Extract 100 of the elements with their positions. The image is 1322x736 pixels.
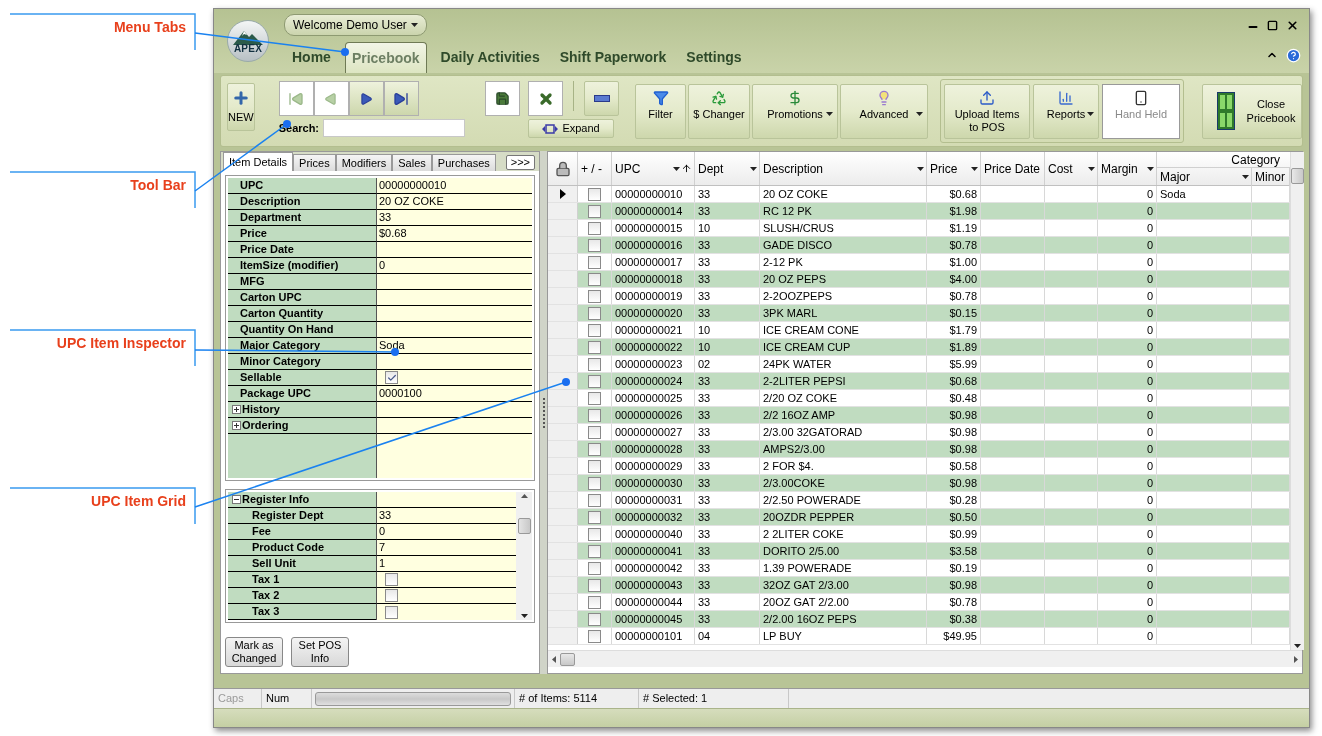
- grid-row[interactable]: 00000000022 10 ICE CREAM CUP $1.89 0: [578, 339, 1290, 355]
- row-header[interactable]: [548, 186, 578, 202]
- navigation-button[interactable]: [383, 81, 419, 116]
- scroll-left-icon[interactable]: [552, 655, 556, 663]
- checkbox[interactable]: [588, 595, 601, 609]
- checkbox[interactable]: [588, 425, 601, 439]
- toolbar-button[interactable]: Upload Items to POS: [944, 83, 1031, 139]
- group-header[interactable]: Ordering: [228, 418, 376, 434]
- grid-row[interactable]: 00000000030 33 2/3.00COKE $0.98 0: [578, 475, 1290, 491]
- delete-button[interactable]: [528, 81, 564, 116]
- column-header[interactable]: Margin: [1098, 152, 1157, 185]
- property-value[interactable]: 00000000010: [376, 178, 532, 194]
- property-value[interactable]: [376, 588, 516, 604]
- checkbox[interactable]: [385, 573, 398, 586]
- vertical-scrollbar[interactable]: [1290, 152, 1304, 650]
- grid-row[interactable]: 00000000014 33 RC 12 PK $1.98 0: [578, 203, 1290, 219]
- checkbox[interactable]: [385, 371, 398, 384]
- close-icon[interactable]: [1286, 18, 1299, 32]
- checkbox[interactable]: [588, 187, 601, 201]
- grid-row[interactable]: 00000000026 33 2/2 16OZ AMP $0.98 0: [578, 407, 1290, 423]
- inspector-tab[interactable]: Modifiers: [335, 154, 393, 171]
- checkbox[interactable]: [588, 527, 601, 541]
- property-value[interactable]: [376, 306, 532, 322]
- scroll-thumb[interactable]: [517, 518, 531, 534]
- grid-row[interactable]: 00000000045 33 2/2.00 16OZ PEPS $0.38 0: [578, 611, 1290, 627]
- checkbox[interactable]: [588, 493, 601, 507]
- navigation-button[interactable]: [348, 81, 384, 116]
- column-header[interactable]: Price Date: [981, 152, 1045, 185]
- checkbox[interactable]: [588, 255, 601, 269]
- splitter-handle[interactable]: [540, 151, 547, 674]
- column-header[interactable]: UPC: [612, 152, 695, 185]
- column-header[interactable]: Price: [927, 152, 981, 185]
- checkbox[interactable]: [588, 629, 601, 643]
- app-logo[interactable]: APEX: [227, 20, 269, 62]
- scroll-thumb[interactable]: [560, 652, 575, 666]
- action-button[interactable]: Mark as Changed: [225, 637, 283, 667]
- vertical-scrollbar[interactable]: [516, 492, 532, 620]
- group-header[interactable]: History: [228, 402, 376, 418]
- inspector-tab[interactable]: Prices: [293, 154, 336, 171]
- inspector-tab[interactable]: Purchases: [431, 154, 496, 171]
- checkbox[interactable]: [588, 238, 601, 252]
- checkbox[interactable]: [588, 289, 601, 303]
- checkbox[interactable]: [588, 306, 601, 320]
- checkbox[interactable]: [588, 391, 601, 405]
- close-pricebook-button[interactable]: Close Pricebook: [1202, 83, 1303, 139]
- property-value[interactable]: 0000100: [376, 386, 532, 402]
- grid-row[interactable]: 00000000024 33 2-2LITER PEPSI $0.68 0: [578, 373, 1290, 389]
- toolbar-button[interactable]: Filter: [635, 83, 687, 139]
- checkbox[interactable]: [588, 612, 601, 626]
- more-tabs-button[interactable]: >>>: [505, 155, 535, 170]
- maximize-icon[interactable]: [1267, 19, 1278, 31]
- horizontal-scrollbar[interactable]: [548, 650, 1302, 667]
- help-icon[interactable]: [1286, 48, 1301, 63]
- checkbox[interactable]: [588, 272, 601, 286]
- property-value[interactable]: [376, 322, 532, 338]
- property-value[interactable]: [376, 242, 532, 258]
- property-value[interactable]: [376, 492, 516, 508]
- grid-row[interactable]: 00000000028 33 AMPS2/3.00 $0.98 0: [578, 441, 1290, 457]
- column-header[interactable]: Description: [760, 152, 927, 185]
- property-value[interactable]: [376, 354, 532, 370]
- grid-row[interactable]: 00000000016 33 GADE DISCO $0.78 0: [578, 237, 1290, 253]
- expand-icon[interactable]: [232, 421, 241, 430]
- checkbox[interactable]: [588, 204, 601, 218]
- toolbar-button[interactable]: $ Changer: [688, 83, 751, 139]
- new-button[interactable]: NEW: [227, 83, 255, 131]
- action-button[interactable]: Set POS Info: [291, 637, 349, 667]
- toolbar-button[interactable]: Reports: [1033, 83, 1100, 139]
- inspector-tab[interactable]: Sales: [392, 154, 432, 171]
- checkbox[interactable]: [588, 340, 601, 354]
- property-value[interactable]: 7: [376, 540, 516, 556]
- checkbox[interactable]: [588, 476, 601, 490]
- toolbar-button[interactable]: Advanced: [840, 83, 929, 139]
- grid-row[interactable]: 00000000041 33 DORITO 2/5.00 $3.58 0: [578, 543, 1290, 559]
- menu-tab[interactable]: Home: [286, 42, 337, 73]
- property-value[interactable]: [376, 274, 532, 290]
- property-value[interactable]: [376, 402, 532, 418]
- scroll-right-icon[interactable]: [1294, 655, 1298, 663]
- checkbox[interactable]: [588, 323, 601, 337]
- checkbox[interactable]: [588, 374, 601, 388]
- column-header[interactable]: Dept: [695, 152, 760, 185]
- user-menu[interactable]: Welcome Demo User: [284, 14, 427, 36]
- menu-tab[interactable]: Pricebook: [344, 42, 427, 73]
- property-value[interactable]: Soda: [376, 338, 532, 354]
- checkbox[interactable]: [588, 442, 601, 456]
- search-field[interactable]: [323, 119, 466, 137]
- expand-button[interactable]: Expand: [528, 119, 615, 138]
- property-value[interactable]: 20 OZ COKE: [376, 194, 532, 210]
- save-button[interactable]: [485, 81, 521, 116]
- menu-tab[interactable]: Daily Activities: [434, 42, 546, 73]
- column-header[interactable]: Cost: [1045, 152, 1098, 185]
- menu-tab[interactable]: Shift Paperwork: [553, 42, 673, 73]
- menu-tab[interactable]: Settings: [680, 42, 748, 73]
- checkbox[interactable]: [588, 510, 601, 524]
- grid-row[interactable]: 00000000020 33 3PK MARL $0.15 0: [578, 305, 1290, 321]
- grid-row[interactable]: 00000000018 33 20 OZ PEPS $4.00 0: [578, 271, 1290, 287]
- checkbox[interactable]: [588, 357, 601, 371]
- checkbox[interactable]: [588, 544, 601, 558]
- expand-icon[interactable]: [232, 405, 241, 414]
- column-header[interactable]: + / -: [578, 152, 612, 185]
- property-value[interactable]: [376, 418, 532, 434]
